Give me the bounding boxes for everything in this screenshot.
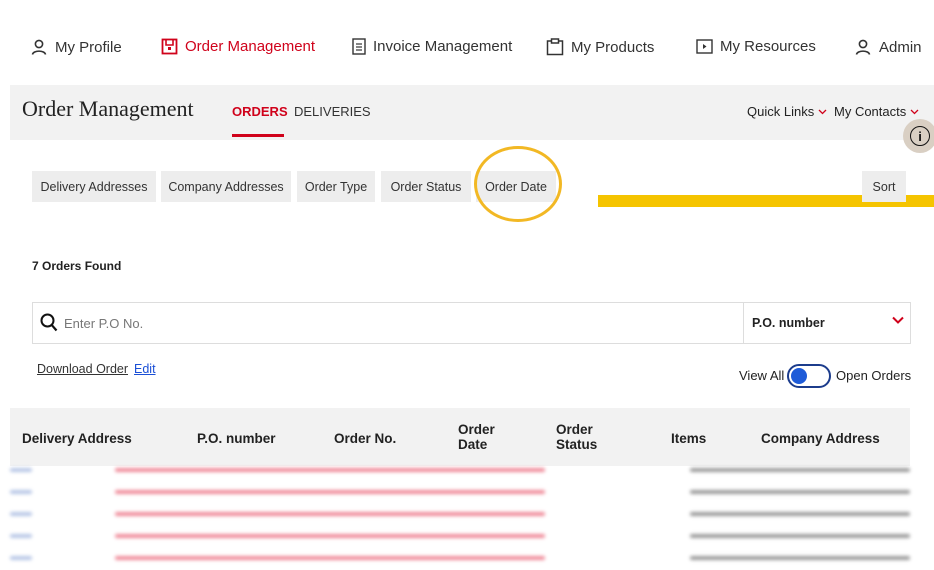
redacted-cell <box>690 468 910 472</box>
chevron-down-icon <box>910 109 919 114</box>
nav-item-order-management[interactable]: Order Management <box>161 38 315 55</box>
redacted-cell <box>10 534 32 538</box>
column-header-order-date[interactable]: Order Date <box>458 422 495 452</box>
nav-item-my-profile[interactable]: My Profile <box>30 38 122 56</box>
play-box-icon <box>696 39 713 54</box>
column-header-company-address[interactable]: Company Address <box>761 431 880 446</box>
redacted-cell <box>115 556 545 560</box>
nav-label: Invoice Management <box>373 38 513 55</box>
column-header-order-status[interactable]: Order Status <box>556 422 597 452</box>
my-contacts-label: My Contacts <box>834 104 907 119</box>
info-icon: i <box>910 126 930 146</box>
redacted-cell <box>690 556 910 560</box>
redacted-cell <box>115 468 545 472</box>
filter-order-status[interactable]: Order Status <box>381 171 471 202</box>
nav-item-invoice-management[interactable]: Invoice Management <box>352 38 512 55</box>
toggle-knob <box>791 368 807 384</box>
redacted-cell <box>115 534 545 538</box>
table-row[interactable] <box>10 482 910 502</box>
download-order-link[interactable]: Download Order <box>37 362 128 376</box>
redacted-cell <box>10 490 32 494</box>
chevron-down-icon <box>818 109 827 114</box>
redacted-cell <box>10 556 32 560</box>
order-icon <box>161 38 178 55</box>
filter-delivery-addresses[interactable]: Delivery Addresses <box>32 171 156 202</box>
table-row[interactable] <box>10 504 910 524</box>
tab-orders[interactable]: ORDERS <box>232 104 288 119</box>
open-orders-label: Open Orders <box>836 368 912 383</box>
redacted-cell <box>10 512 32 516</box>
search-divider <box>743 303 744 343</box>
nav-label: Order Management <box>185 38 316 55</box>
active-tab-indicator <box>232 134 284 137</box>
redacted-cell <box>690 490 910 494</box>
search-input[interactable] <box>64 312 724 334</box>
nav-item-admin[interactable]: Admin <box>854 38 922 56</box>
my-contacts-dropdown[interactable]: My Contacts <box>834 104 919 119</box>
view-all-label: View All <box>739 368 785 383</box>
column-header-line: Order <box>458 422 495 437</box>
redacted-cell <box>10 468 32 472</box>
sort-button[interactable]: Sort <box>862 171 906 202</box>
column-header-line: Order <box>556 422 593 437</box>
edit-link[interactable]: Edit <box>134 362 156 376</box>
table-row[interactable] <box>10 548 910 568</box>
table-row[interactable] <box>10 526 910 546</box>
person-icon <box>855 39 871 55</box>
redacted-cell <box>690 534 910 538</box>
column-header-items[interactable]: Items <box>671 431 706 446</box>
chevron-down-icon[interactable] <box>892 316 904 324</box>
nav-label: My Profile <box>55 38 122 56</box>
view-toggle-switch[interactable] <box>787 364 831 388</box>
tab-deliveries[interactable]: DELIVERIES <box>294 104 371 119</box>
page-title: Order Management <box>22 96 194 121</box>
redacted-cell <box>115 512 545 516</box>
document-icon <box>352 38 366 55</box>
column-header-delivery-address[interactable]: Delivery Address <box>22 431 132 446</box>
redacted-cell <box>690 512 910 516</box>
nav-label: Admin <box>879 38 922 56</box>
filter-order-type[interactable]: Order Type <box>297 171 375 202</box>
nav-item-my-products[interactable]: My Products <box>546 38 654 56</box>
quick-links-dropdown[interactable]: Quick Links <box>747 104 827 119</box>
column-header-line: Status <box>556 437 598 452</box>
table-row[interactable] <box>10 460 910 480</box>
column-header-order-no[interactable]: Order No. <box>334 431 396 446</box>
clipboard-icon <box>546 38 564 56</box>
search-field-select[interactable]: P.O. number <box>752 316 825 330</box>
results-count: 7 Orders Found <box>32 259 122 273</box>
quick-links-label: Quick Links <box>747 104 815 119</box>
top-navigation: My Profile Order Management Invoice Mana… <box>0 0 934 98</box>
info-button[interactable]: i <box>903 119 934 153</box>
search-icon <box>40 313 58 332</box>
nav-label: My Products <box>571 38 655 56</box>
person-icon <box>31 39 47 55</box>
redacted-cell <box>115 490 545 494</box>
filter-company-addresses[interactable]: Company Addresses <box>161 171 291 202</box>
nav-item-my-resources[interactable]: My Resources <box>696 38 816 55</box>
nav-label: My Resources <box>720 38 816 55</box>
annotation-highlight-circle <box>474 146 562 222</box>
column-header-line: Date <box>458 437 488 452</box>
column-header-po-number[interactable]: P.O. number <box>197 431 276 446</box>
